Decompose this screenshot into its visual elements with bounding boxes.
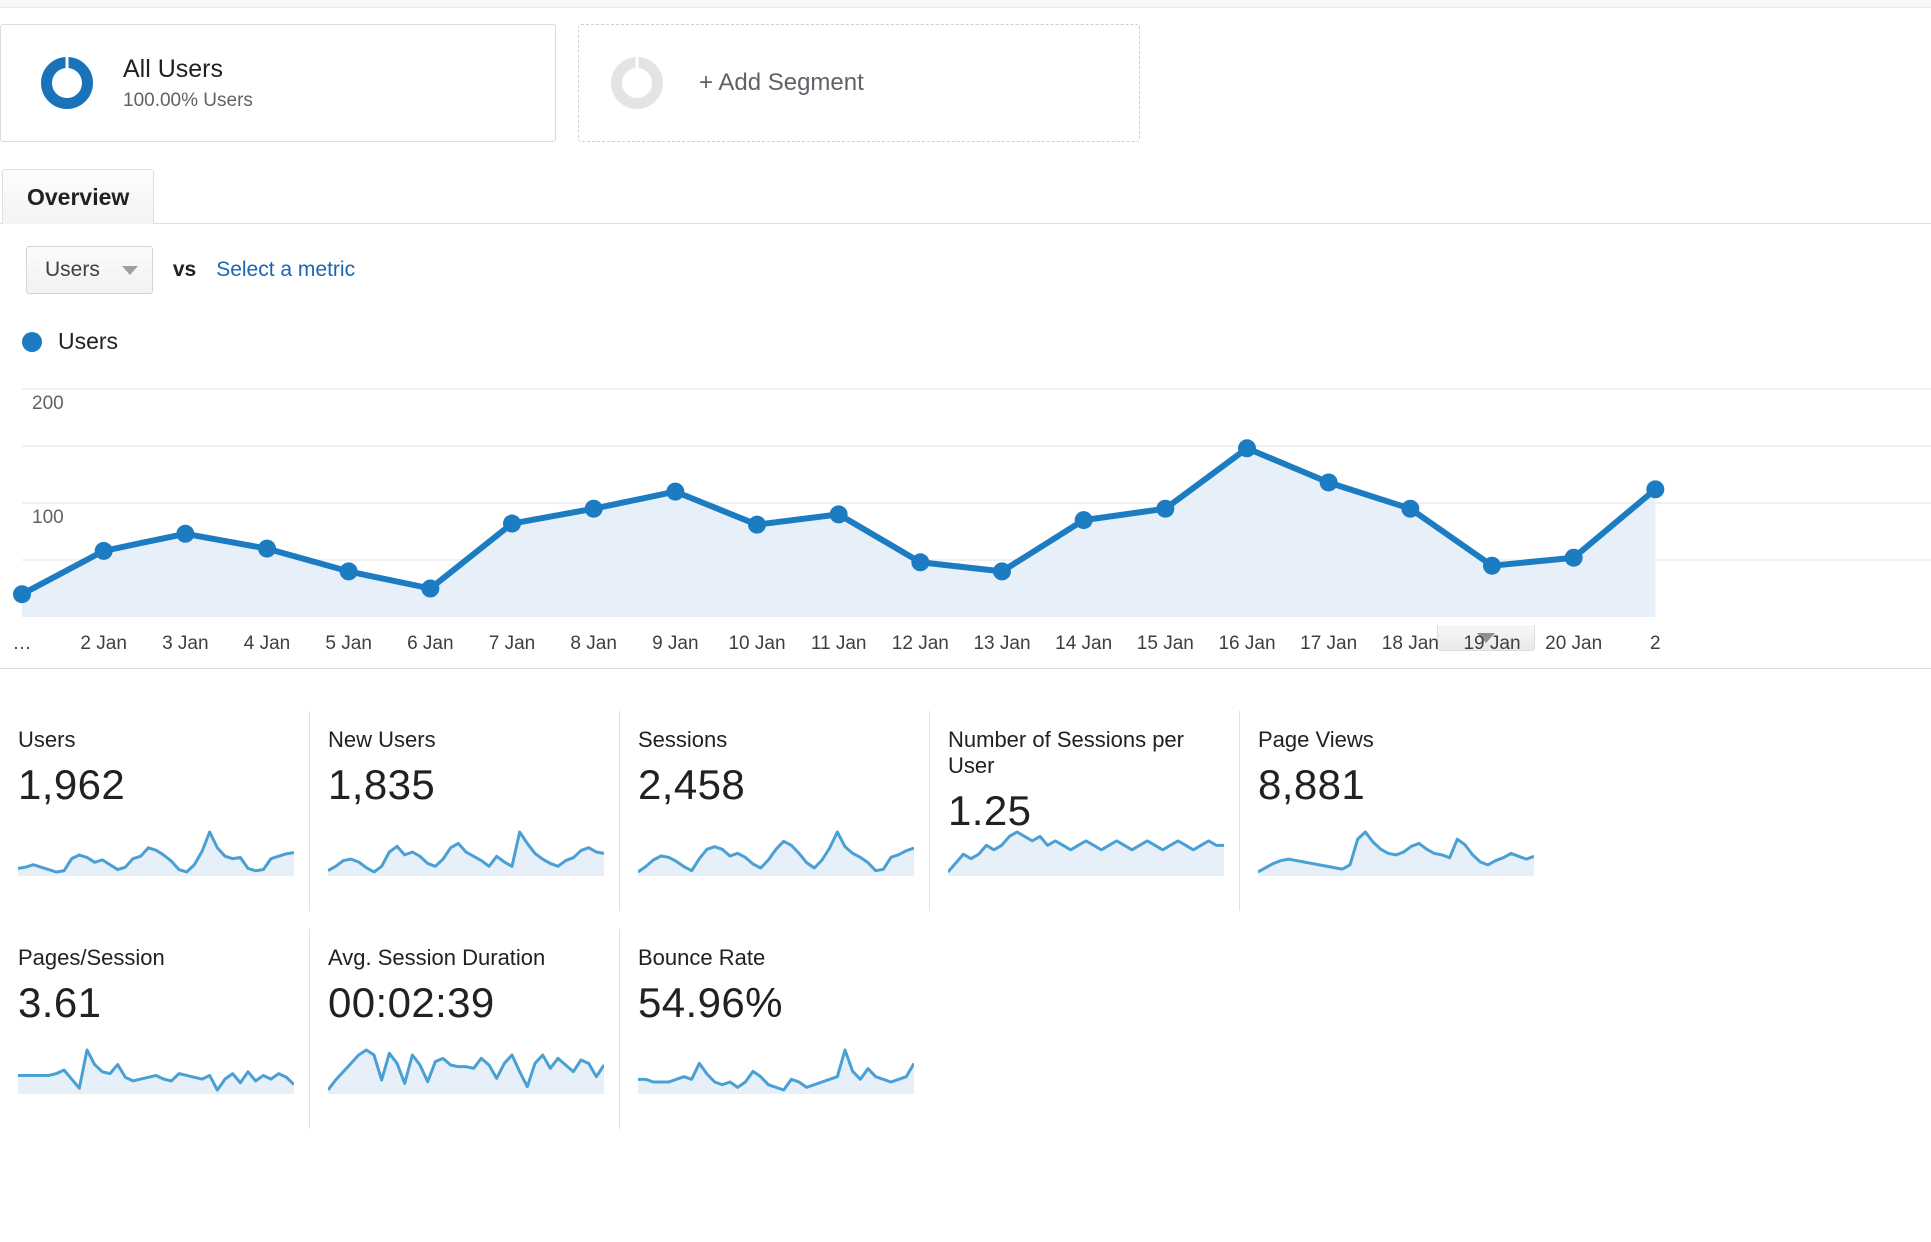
tab-overview[interactable]: Overview: [2, 169, 155, 224]
segment-title: All Users: [123, 55, 224, 84]
users-over-time-chart[interactable]: 200 100: [0, 369, 1931, 625]
x-axis-tick: 19 Jan: [1463, 633, 1521, 654]
top-divider-strip: [0, 0, 1931, 8]
metric-cards-row-1: Users 1,962 New Users 1,835 Sessions 2,458 Num…: [0, 711, 1931, 911]
x-axis-tick: 13 Jan: [973, 633, 1031, 654]
chart-legend: Users: [0, 294, 1931, 355]
metric-card-value: 2,458: [638, 761, 746, 808]
legend-label-users: Users: [58, 328, 119, 354]
metric-card-value: 1,962: [18, 761, 126, 808]
segment-card-all-users[interactable]: All Users 100.00% Users: [0, 24, 556, 142]
x-axis-tick: 2: [1650, 633, 1661, 654]
metric-card-title: Pages/Session: [18, 945, 165, 970]
metric-card-sparkline: [946, 824, 1224, 881]
metric-card-title: Number of Sessions per User: [948, 727, 1184, 778]
metric-card-value: 1,835: [328, 761, 436, 808]
x-axis-tick: 6 Jan: [407, 633, 454, 654]
x-axis-tick: 18 Jan: [1381, 633, 1439, 654]
metric-card-title: Bounce Rate: [638, 945, 766, 970]
donut-icon: [41, 57, 93, 109]
metric-card[interactable]: Pages/Session 3.61: [0, 929, 310, 1129]
select-a-metric-link[interactable]: Select a metric: [216, 258, 355, 282]
metric-dropdown-users[interactable]: Users: [26, 246, 153, 294]
metric-card-sparkline: [326, 1042, 606, 1099]
metric-card[interactable]: Sessions 2,458: [620, 711, 930, 911]
x-axis-tick: 3 Jan: [162, 633, 209, 654]
metric-card[interactable]: Number of Sessions per User 1.25: [930, 711, 1240, 911]
metric-dropdown-label: Users: [45, 258, 100, 281]
x-axis-tick: 2 Jan: [80, 633, 127, 654]
metric-card-sparkline: [638, 1042, 916, 1099]
metric-card-title: Sessions: [638, 727, 728, 752]
x-axis-tick: 10 Jan: [728, 633, 786, 654]
metric-card-title: New Users: [328, 727, 436, 752]
x-axis-tick: 9 Jan: [652, 633, 699, 654]
segment-bar: All Users 100.00% Users + Add Segment: [0, 8, 1931, 142]
x-axis-tick: 5 Jan: [325, 633, 372, 654]
metric-card-value: 00:02:39: [328, 979, 495, 1026]
chevron-down-icon: [121, 265, 138, 275]
x-axis-tick: 20 Jan: [1545, 633, 1603, 654]
metric-card-sparkline: [637, 824, 915, 881]
metric-selector-row: Users vs Select a metric: [0, 224, 1931, 294]
x-axis-tick: 7 Jan: [488, 633, 536, 654]
x-axis-tick: …: [12, 633, 32, 654]
metric-card-title: Users: [18, 727, 76, 752]
x-axis-tick: 8 Jan: [570, 633, 617, 654]
add-segment-label: + Add Segment: [699, 69, 864, 96]
metric-card-title: Avg. Session Duration: [328, 945, 546, 970]
metric-card-sparkline: [327, 824, 605, 881]
metric-card-title: Page Views: [1258, 727, 1374, 752]
x-axis-tick: 12 Jan: [891, 633, 949, 654]
x-axis: … 2 Jan 3 Jan 4 Jan 5 Jan 6 Jan 7 Jan 8 Jan 9 Ja…: [0, 625, 1931, 669]
x-axis-tick: 4 Jan: [243, 633, 291, 654]
segment-subtitle: 100.00% Users: [123, 89, 253, 111]
add-segment-button[interactable]: + Add Segment: [578, 24, 1140, 142]
metric-card-value: 8,881: [1258, 761, 1366, 808]
tab-overview-label: Overview: [27, 184, 130, 210]
x-axis-tick: 16 Jan: [1218, 633, 1276, 654]
metric-card-value: 54.96%: [638, 979, 783, 1026]
metric-card-sparkline: [1257, 824, 1535, 881]
metric-card[interactable]: Bounce Rate 54.96%: [620, 929, 930, 1129]
metric-card[interactable]: New Users 1,835: [310, 711, 620, 911]
metric-card-sparkline: [18, 1042, 296, 1099]
x-axis-tick: 14 Jan: [1055, 633, 1113, 654]
y-axis-label-100: 100: [32, 507, 64, 528]
donut-placeholder-icon: [611, 57, 663, 109]
metric-card[interactable]: Users 1,962: [0, 711, 310, 911]
chart-svg: [13, 388, 1931, 617]
legend-dot-users: [22, 331, 42, 352]
x-axis-tick: 11 Jan: [810, 633, 867, 654]
x-axis-tick: 17 Jan: [1300, 633, 1358, 654]
metric-card-sparkline: [17, 824, 295, 881]
tab-bar: Overview: [0, 168, 1931, 224]
metric-card[interactable]: Avg. Session Duration 00:02:39: [310, 929, 620, 1129]
metric-cards-row-2: Pages/Session 3.61 Avg. Session Duration 00…: [0, 929, 1931, 1129]
x-axis-tick: 15 Jan: [1136, 633, 1194, 654]
y-axis-label-200: 200: [32, 393, 64, 414]
vs-label: vs: [172, 258, 197, 281]
metric-card-value: 3.61: [18, 979, 102, 1026]
metric-card[interactable]: Page Views 8,881: [1240, 711, 1550, 911]
